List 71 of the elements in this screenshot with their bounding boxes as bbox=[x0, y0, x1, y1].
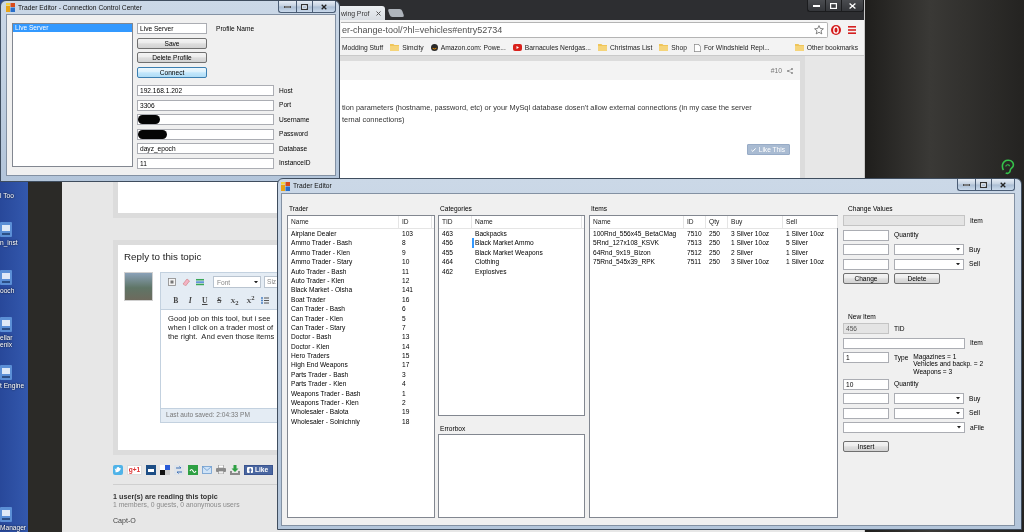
text-field[interactable] bbox=[843, 407, 889, 419]
app-icon[interactable] bbox=[0, 317, 12, 332]
close-icon bbox=[376, 10, 381, 16]
dropdown[interactable] bbox=[843, 422, 965, 434]
folder-icon bbox=[794, 44, 804, 51]
logo-icon bbox=[247, 466, 253, 473]
wave-tile-icon[interactable] bbox=[188, 464, 198, 475]
caret-icon bbox=[254, 280, 258, 284]
caret-icon bbox=[956, 262, 960, 266]
caret-icon bbox=[957, 426, 961, 429]
caret-icon bbox=[956, 248, 960, 251]
bullet-list-icon[interactable] bbox=[261, 296, 269, 304]
maximize-icon bbox=[301, 3, 308, 10]
text-field[interactable] bbox=[843, 258, 889, 270]
maximize-button[interactable] bbox=[825, 0, 841, 12]
dropdown[interactable] bbox=[894, 244, 964, 255]
share-icon[interactable] bbox=[787, 67, 793, 74]
text-field[interactable] bbox=[137, 114, 274, 125]
address-field[interactable]: er-change-tool/?hl=vehicles#entry52734 bbox=[341, 22, 828, 38]
lines-icon[interactable] bbox=[196, 278, 204, 286]
dropdown[interactable] bbox=[894, 258, 964, 270]
minimize-icon bbox=[963, 183, 970, 186]
smile-logo-icon bbox=[430, 44, 438, 51]
print-icon[interactable] bbox=[216, 465, 226, 474]
close-button[interactable] bbox=[312, 1, 336, 13]
folder-icon bbox=[659, 44, 669, 51]
caret-icon bbox=[956, 411, 960, 415]
new-tab-button[interactable] bbox=[387, 9, 405, 17]
close-button[interactable] bbox=[841, 0, 864, 12]
folder-icon bbox=[390, 44, 400, 51]
minimize-button[interactable] bbox=[807, 0, 825, 12]
play-icon bbox=[512, 44, 522, 51]
check-icon bbox=[750, 147, 756, 152]
maximize-button[interactable] bbox=[296, 1, 312, 13]
maximize-icon bbox=[980, 181, 987, 188]
text-area[interactable] bbox=[438, 434, 585, 518]
ear-icon bbox=[1001, 159, 1015, 175]
page-icon bbox=[693, 43, 701, 52]
close-icon bbox=[1000, 181, 1006, 188]
close-icon bbox=[849, 2, 856, 9]
redaction-mark bbox=[138, 129, 167, 139]
star-icon[interactable] bbox=[814, 25, 824, 35]
text-field[interactable] bbox=[843, 393, 889, 405]
document-icon[interactable] bbox=[168, 278, 176, 286]
quad-squares-icon[interactable] bbox=[160, 464, 170, 475]
app-icon[interactable] bbox=[0, 222, 12, 237]
avatar-photo bbox=[124, 272, 153, 301]
maximize-icon bbox=[830, 2, 837, 9]
bird-icon[interactable] bbox=[113, 464, 123, 475]
download-icon[interactable] bbox=[230, 464, 240, 475]
folder-icon bbox=[597, 44, 607, 51]
redaction-mark bbox=[138, 115, 160, 124]
text-field[interactable] bbox=[843, 337, 965, 349]
news-tile-icon[interactable] bbox=[146, 464, 156, 475]
minimize-icon bbox=[284, 5, 291, 8]
arrows-tile-icon[interactable] bbox=[174, 464, 184, 475]
close-button[interactable] bbox=[991, 179, 1015, 191]
text-field[interactable] bbox=[843, 244, 889, 255]
text-field[interactable] bbox=[843, 229, 889, 241]
menu-icon[interactable] bbox=[848, 26, 856, 34]
text-field[interactable] bbox=[137, 128, 274, 140]
dropdown[interactable] bbox=[894, 393, 964, 405]
maximize-button[interactable] bbox=[975, 179, 991, 191]
dropdown[interactable] bbox=[894, 407, 964, 419]
app-icon bbox=[6, 3, 15, 12]
caret-icon bbox=[956, 397, 960, 400]
minimize-icon bbox=[813, 4, 820, 7]
close-icon bbox=[321, 3, 327, 10]
ring-icon[interactable] bbox=[831, 25, 841, 35]
app-icon bbox=[281, 181, 290, 191]
section-title: Reply to this topic bbox=[124, 251, 202, 263]
